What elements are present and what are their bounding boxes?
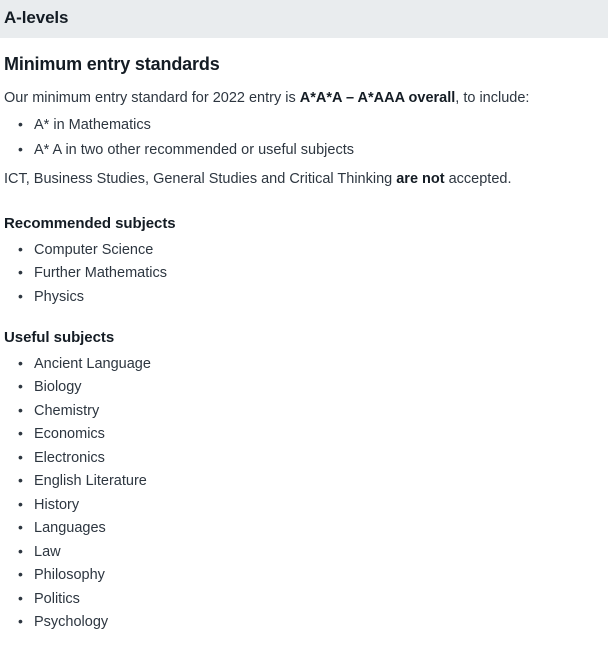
list-item: Ancient Language [18,356,604,372]
entry-requirements-list: A* in Mathematics A* A in two other reco… [4,117,604,158]
list-item: Languages [18,520,604,536]
list-item: A* A in two other recommended or useful … [18,142,604,158]
list-item: Economics [18,426,604,442]
excluded-text-after: accepted. [444,171,512,188]
intro-text-after: , to include: [455,90,530,107]
excluded-text-before: ICT, Business Studies, General Studies a… [4,171,397,188]
section-heading-minimum-entry-standards: Minimum entry standards [4,54,220,74]
section-heading-useful-subjects: Useful subjects [4,329,115,347]
list-item: History [18,497,604,513]
list-item: A* in Mathematics [18,117,604,133]
intro-paragraph: Our minimum entry standard for 2022 entr… [4,88,604,109]
list-item: English Literature [18,473,604,489]
list-item: Chemistry [18,403,604,419]
excluded-emphasis: are not [396,171,445,188]
list-item: Electronics [18,450,604,466]
list-item: Biology [18,379,604,395]
excluded-subjects-paragraph: ICT, Business Studies, General Studies a… [4,169,604,190]
list-item: Physics [18,289,604,305]
list-item: Politics [18,591,604,607]
useful-subjects-list: Ancient Language Biology Chemistry Econo… [4,356,604,630]
page-title: A-levels [4,8,69,27]
list-item: Computer Science [18,242,604,258]
intro-grades-bold: A*A*A – A*AAA overall [299,90,456,107]
list-item: Law [18,544,604,560]
recommended-subjects-list: Computer Science Further Mathematics Phy… [4,242,604,305]
list-item: Psychology [18,614,604,630]
list-item: Philosophy [18,567,604,583]
intro-text-before: Our minimum entry standard for 2022 entr… [4,90,300,107]
page-header: A-levels [0,0,608,38]
list-item: Further Mathematics [18,265,604,281]
section-heading-recommended-subjects: Recommended subjects [4,215,176,233]
main-content: Minimum entry standards Our minimum entr… [0,53,608,630]
